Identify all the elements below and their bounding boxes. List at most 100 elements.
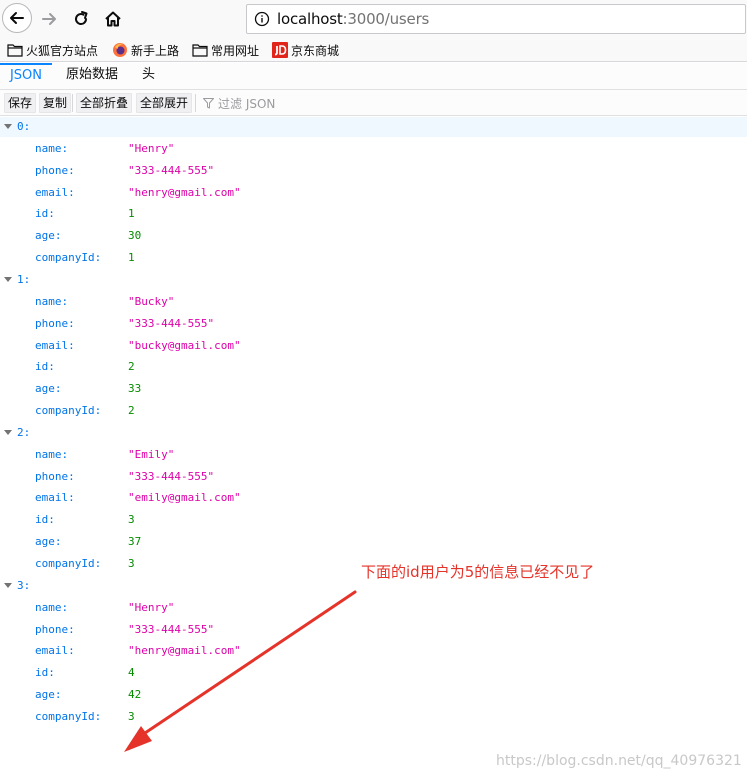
- json-key: email:: [35, 338, 75, 352]
- tree-row[interactable]: phone: "333-444-555": [0, 467, 747, 487]
- tree-row[interactable]: age: 30: [0, 226, 747, 246]
- tree-node-header[interactable]: 2:: [0, 423, 747, 443]
- reload-button[interactable]: [68, 6, 94, 32]
- array-index: 1:: [17, 272, 31, 286]
- json-value: 30: [128, 229, 142, 243]
- tree-row[interactable]: email: "henry@gmail.com": [0, 641, 747, 661]
- tree-row[interactable]: phone: "333-444-555": [0, 161, 747, 181]
- json-value: "Henry": [128, 141, 175, 155]
- tab-json[interactable]: JSON: [0, 63, 52, 89]
- tree-row[interactable]: age: 42: [0, 685, 747, 705]
- array-index: 0:: [17, 120, 31, 133]
- filter-json-input[interactable]: 过滤 JSON: [203, 94, 275, 112]
- tree-row[interactable]: companyId: 1: [0, 248, 747, 268]
- arrow-right-icon: [42, 13, 56, 25]
- json-key: id:: [35, 207, 55, 221]
- collapse-all-button[interactable]: 全部折叠: [76, 93, 133, 113]
- json-key: age:: [35, 382, 62, 396]
- tree-row[interactable]: name: "Emily": [0, 445, 747, 465]
- tree-row[interactable]: id: 2: [0, 357, 747, 377]
- json-value: 2: [128, 404, 135, 418]
- home-button[interactable]: [100, 6, 126, 32]
- url-text: localhost:3000/users: [277, 10, 429, 28]
- json-key: id:: [35, 513, 55, 527]
- json-key: age:: [35, 535, 62, 549]
- json-key: age:: [35, 229, 62, 243]
- json-key: id:: [35, 666, 55, 680]
- expand-toggle-icon[interactable]: [4, 582, 12, 588]
- expand-toggle-icon[interactable]: [4, 124, 12, 129]
- tree-row[interactable]: phone: "333-444-555": [0, 314, 747, 334]
- filter-icon: [203, 97, 214, 108]
- json-value: "Henry": [128, 600, 175, 614]
- save-button[interactable]: 保存: [4, 93, 37, 113]
- tree-row[interactable]: id: 3: [0, 510, 747, 530]
- bookmark-item[interactable]: 常用网址: [192, 41, 259, 59]
- copy-button[interactable]: 复制: [39, 93, 72, 113]
- json-key: phone:: [35, 622, 75, 636]
- json-value: "bucky@gmail.com": [128, 338, 241, 352]
- tree-row[interactable]: id: 1: [0, 204, 747, 224]
- json-value: "henry@gmail.com": [128, 644, 241, 658]
- json-key: companyId:: [35, 709, 102, 723]
- tree-row[interactable]: age: 33: [0, 379, 747, 399]
- expand-all-button[interactable]: 全部展开: [136, 93, 193, 113]
- json-key: companyId:: [35, 251, 102, 265]
- tree-row[interactable]: id: 4: [0, 663, 747, 683]
- bookmark-item[interactable]: 火狐官方站点: [7, 41, 98, 59]
- tree-node-header[interactable]: 1:: [0, 270, 747, 290]
- bookmark-label: 京东商城: [291, 43, 340, 58]
- json-value: 1: [128, 251, 135, 265]
- tab-raw-data[interactable]: 原始数据: [66, 63, 118, 89]
- json-key: name:: [35, 294, 69, 308]
- expand-toggle-icon[interactable]: [4, 429, 12, 435]
- forward-button[interactable]: [36, 6, 62, 32]
- folder-icon: [192, 44, 208, 57]
- json-value: 4: [128, 666, 135, 680]
- arrow-left-icon: [10, 12, 24, 24]
- json-value: "333-444-555": [128, 163, 215, 177]
- firefox-icon: [113, 43, 127, 57]
- back-button[interactable]: [2, 3, 32, 33]
- bookmarks-bar: 火狐官方站点 新手上路 常用网址 京东商城: [0, 38, 747, 62]
- bookmark-item[interactable]: 新手上路: [112, 41, 179, 59]
- json-key: age:: [35, 688, 62, 702]
- bookmark-label: 常用网址: [211, 43, 260, 58]
- tree-row[interactable]: email: "bucky@gmail.com": [0, 336, 747, 356]
- viewer-tabs: JSON 原始数据 头: [0, 63, 747, 90]
- tree-row[interactable]: name: "Henry": [0, 139, 747, 159]
- info-icon[interactable]: [247, 11, 277, 27]
- tree-row[interactable]: phone: "333-444-555": [0, 620, 747, 640]
- json-value: 33: [128, 382, 142, 396]
- json-key: email:: [35, 185, 75, 199]
- url-host: localhost: [277, 10, 343, 28]
- array-index: 2:: [17, 425, 31, 439]
- tree-row[interactable]: email: "henry@gmail.com": [0, 183, 747, 203]
- json-value: 3: [128, 513, 135, 527]
- json-value: "333-444-555": [128, 622, 215, 636]
- annotation-text: 下面的id用户为5的信息已经不见了: [361, 563, 595, 581]
- watermark-text: https://blog.csdn.net/qq_40976321: [496, 753, 742, 769]
- json-toolbar: 保存 复制 全部折叠 全部展开 过滤 JSON: [0, 90, 747, 116]
- tree-row[interactable]: age: 37: [0, 532, 747, 552]
- json-value: "Bucky": [128, 294, 175, 308]
- tree-node-header[interactable]: 0:: [0, 117, 747, 137]
- tree-row[interactable]: companyId: 2: [0, 401, 747, 421]
- json-key: name:: [35, 600, 69, 614]
- tree-row[interactable]: email: "emily@gmail.com": [0, 488, 747, 508]
- toolbar-divider: [195, 94, 196, 112]
- expand-toggle-icon[interactable]: [4, 276, 12, 282]
- json-value: "Emily": [128, 447, 175, 461]
- jd-icon: [272, 42, 288, 58]
- tree-row[interactable]: name: "Bucky": [0, 292, 747, 312]
- tree-row[interactable]: companyId: 3: [0, 707, 747, 727]
- json-value: 2: [128, 360, 135, 374]
- tree-row[interactable]: name: "Henry": [0, 598, 747, 618]
- tab-headers[interactable]: 头: [142, 63, 155, 89]
- url-bar[interactable]: localhost:3000/users: [246, 4, 746, 34]
- json-value: "333-444-555": [128, 469, 215, 483]
- array-index: 3:: [17, 578, 31, 592]
- json-value: "333-444-555": [128, 316, 215, 330]
- filter-placeholder: 过滤 JSON: [218, 96, 276, 111]
- bookmark-item[interactable]: 京东商城: [272, 41, 339, 59]
